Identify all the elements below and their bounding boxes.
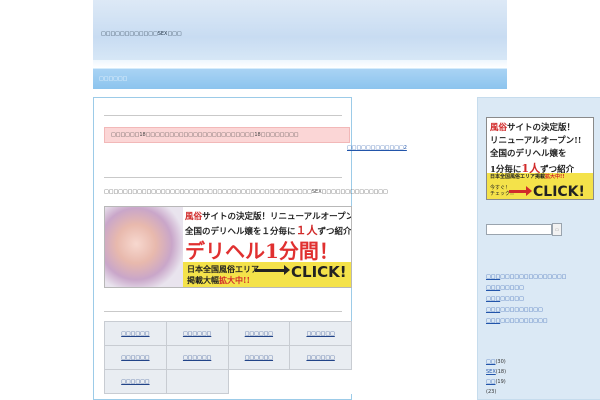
divider [104,177,342,178]
main-column: □□□□□□18□□□□□□□□□□□□□□□□□□□□□□□18□□□□□□□… [93,97,388,400]
grid-link[interactable]: □□□□□□ [289,345,352,370]
grid-empty-cell [289,369,352,394]
divider [104,115,342,116]
intro-text: □□□□□□□□□□□□□□□□□□□□□□□□□□□□□□□□□□□□□□□□… [104,189,388,195]
grid-link[interactable]: □□□□□□ [104,345,167,370]
banner-line-1: 風俗サイトの決定版！リニューアルオープン!! [185,212,352,222]
deriheru-banner[interactable]: 風俗サイトの決定版！リニューアルオープン!! 全国のデリヘル嬢を１分毎に１人ずつ… [104,206,352,288]
category-list: □□□□□□□□□□□□□□□□□ □□□□□□□□ □□□□□□□□ □□□□… [486,272,566,327]
tag-item[interactable]: □□(30) [486,357,506,367]
category-item[interactable]: □□□□□□□□ [486,283,566,294]
sidebar-ad-banner[interactable]: 風俗サイトの決定版！ リニューアルオープン!! 全国のデリヘル嬢を 1分毎に1人… [486,117,594,200]
nav-bar: □□□□□□ [93,68,507,89]
banner-headline: デリヘル1分間！ [185,239,339,263]
nav-home-link[interactable]: □□□□□□ [99,76,127,82]
sidebar-banner-line: 全国のデリヘル嬢を [490,149,567,159]
page: □□□□□□□□□□□□SEX□□□ □□□□□□ □□□□□□18□□□□□□… [93,0,600,400]
category-item[interactable]: □□□□□□□□□□□□□□□□□ [486,272,566,283]
sidebar-banner-line: 風俗サイトの決定版！ [490,123,576,133]
banner-line-4: 日本全国風俗エリア [187,264,259,274]
sidebar: 風俗サイトの決定版！ リニューアルオープン!! 全国のデリヘル嬢を 1分毎に1人… [477,97,600,400]
link-grid: □□□□□□ □□□□□□ □□□□□□ □□□□□□ □□□□□□ □□□□□… [104,321,352,394]
grid-link[interactable]: □□□□□□ [104,321,167,346]
site-header: □□□□□□□□□□□□SEX□□□ [93,0,507,68]
banner-click-text[interactable]: CLICK! [291,263,347,281]
category-item[interactable]: □□□□□□□□□□□□ [486,305,566,316]
grid-link[interactable]: □□□□□□ [165,321,229,346]
banner-photo [105,207,183,287]
arrow-right-icon [255,265,290,275]
divider [104,311,342,312]
sidebar-click-text[interactable]: CLICK! [533,184,585,199]
tag-item[interactable]: (23) [486,387,506,397]
sidebar-banner-band: 日本全国風俗エリア掲載拡大中!! [487,173,593,182]
sidebar-banner-line: リニューアルオープン!! [490,136,582,146]
grid-link[interactable]: □□□□□□ [227,345,291,370]
category-item[interactable]: □□□□□□□□ [486,294,566,305]
grid-link [165,369,229,394]
grid-empty-cell [228,369,290,394]
search-input[interactable] [486,224,552,235]
tag-item[interactable]: SEX(18) [486,367,506,377]
arrow-right-icon [509,186,532,196]
tag-list: □□(30) SEX(18) □□(19) (23) [486,357,506,397]
side-note-link[interactable]: □□□□□□□□□□□□2 [347,145,407,151]
category-item[interactable]: □□□□□□□□□□□□□ [486,316,566,327]
tag-item[interactable]: □□(19) [486,377,506,387]
banner-line-5: 掲載大幅拡大中!! [187,275,251,285]
grid-link[interactable]: □□□□□□ [165,345,229,370]
grid-link[interactable]: □□□□□□ [104,369,167,394]
grid-link[interactable]: □□□□□□ [227,321,291,346]
site-title[interactable]: □□□□□□□□□□□□SEX□□□ [101,31,182,37]
grid-link[interactable]: □□□□□□ [289,321,352,346]
age-notice: □□□□□□18□□□□□□□□□□□□□□□□□□□□□□□18□□□□□□□… [104,127,350,143]
sidebar-cta[interactable]: 今すぐ！ チェック!! CLICK! [487,182,593,199]
search-button[interactable]: □ [552,223,562,236]
